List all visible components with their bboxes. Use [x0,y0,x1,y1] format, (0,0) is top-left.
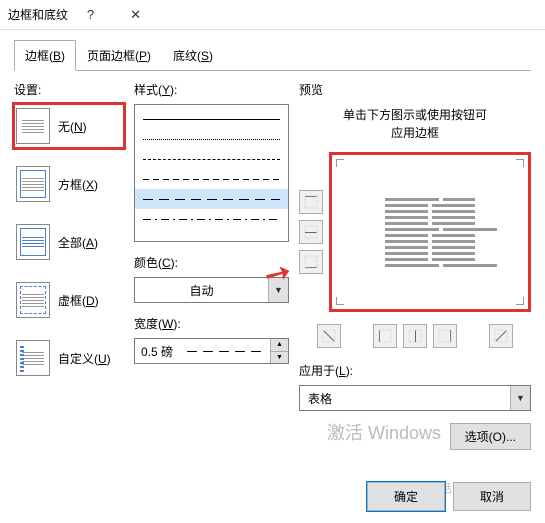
setting-none-icon [16,108,50,144]
setting-none[interactable]: 无(N) [14,104,124,148]
close-button[interactable]: ✕ [113,0,158,29]
dialog-title: 边框和底纹 [8,6,68,23]
preview-label: 预览 [299,81,531,98]
cancel-button[interactable]: 取消 [453,482,531,511]
border-diag-up-button[interactable] [489,324,513,348]
setting-dashed-icon [16,282,50,318]
style-solid[interactable] [135,109,288,129]
style-dash-large[interactable] [135,189,288,209]
settings-label: 设置: [14,81,124,98]
apply-to-label: 应用于(L): [299,362,531,379]
width-preview-line [181,339,270,363]
setting-all[interactable]: 全部(A) [14,220,124,264]
width-label: 宽度(W): [134,315,289,332]
style-listbox[interactable] [134,104,289,242]
watermark-text: 激活 Windows [327,419,441,445]
preview-canvas[interactable] [329,152,531,312]
border-vmid-button[interactable] [403,324,427,348]
setting-box-icon [16,166,50,202]
width-spinner[interactable]: 0.5 磅 ▲ ▼ [134,338,289,364]
style-dash-small[interactable] [135,149,288,169]
width-spin-down[interactable]: ▼ [271,352,288,364]
preview-document-icon [385,198,475,267]
ok-button[interactable]: 确定 [367,482,445,511]
chevron-down-icon[interactable]: ▼ [510,386,530,410]
help-button[interactable]: ? [68,0,113,29]
tab-borders[interactable]: 边框(B) [14,40,76,71]
tab-strip: 边框(B) 页面边框(P) 底纹(S) [0,30,545,71]
setting-box[interactable]: 方框(X) [14,162,124,206]
style-dash-dot[interactable] [135,209,288,229]
preview-hint: 单击下方图示或使用按钮可 应用边框 [299,106,531,142]
border-top-button[interactable] [299,190,323,214]
border-diag-down-button[interactable] [317,324,341,348]
style-dotted[interactable] [135,129,288,149]
apply-to-dropdown[interactable]: 表格 ▼ [299,385,531,411]
style-dash-medium[interactable] [135,169,288,189]
chevron-down-icon[interactable]: ▼ [268,278,288,302]
width-value: 0.5 磅 [135,343,181,360]
setting-custom-icon [16,340,50,376]
border-hmid-button[interactable] [299,220,323,244]
style-label: 样式(Y): [134,81,289,98]
tab-page-borders[interactable]: 页面边框(P) [76,40,162,71]
border-right-button[interactable] [433,324,457,348]
border-bottom-button[interactable] [299,250,323,274]
setting-dashed[interactable]: 虚框(D) [14,278,124,322]
options-button[interactable]: 选项(O)... [450,423,531,450]
color-label: 颜色(C): [134,254,289,271]
tab-shading[interactable]: 底纹(S) [162,40,224,71]
color-value: 自动 [135,282,268,299]
border-left-button[interactable] [373,324,397,348]
apply-to-value: 表格 [300,390,510,407]
color-dropdown[interactable]: 自动 ▼ [134,277,289,303]
setting-all-icon [16,224,50,260]
width-spin-up[interactable]: ▲ [271,339,288,352]
titlebar: 边框和底纹 ? ✕ [0,0,545,30]
setting-custom[interactable]: 自定义(U) [14,336,124,380]
